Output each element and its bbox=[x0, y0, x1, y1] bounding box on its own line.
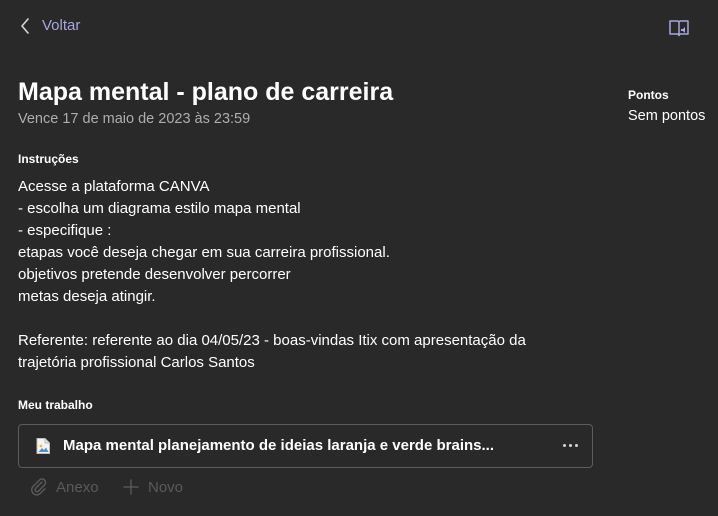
chevron-left-icon bbox=[21, 17, 29, 34]
new-button[interactable]: Novo bbox=[122, 478, 183, 496]
instruction-line: - escolha um diagrama estilo mapa mental bbox=[18, 200, 301, 217]
referente-line: trajetória profissional Carlos Santos bbox=[18, 354, 255, 371]
plus-icon bbox=[123, 479, 139, 495]
instructions-body: Acesse a plataforma CANVA - escolha um d… bbox=[18, 176, 598, 374]
instruction-line: etapas você deseja chegar em sua carreir… bbox=[18, 244, 390, 261]
image-file-icon bbox=[36, 438, 50, 454]
instruction-line: Acesse a plataforma CANVA bbox=[18, 178, 210, 195]
more-dot bbox=[574, 443, 578, 447]
more-options-button[interactable] bbox=[561, 435, 579, 455]
new-label: Novo bbox=[148, 478, 184, 496]
instruction-line: metas deseja atingir. bbox=[18, 288, 156, 305]
referente-line: Referente: referente ao dia 04/05/23 - b… bbox=[18, 332, 526, 349]
points-label: Pontos bbox=[628, 88, 669, 102]
due-date: Vence 17 de maio de 2023 às 23:59 bbox=[18, 111, 251, 127]
paperclip-icon bbox=[31, 478, 47, 496]
assignment-page: Voltar Mapa mental - plano de carreira V… bbox=[0, 0, 718, 516]
back-button[interactable]: Voltar bbox=[20, 17, 80, 34]
instruction-line: - especifique : bbox=[18, 222, 112, 239]
attached-file-name: Mapa mental planejamento de ideias laran… bbox=[63, 437, 494, 454]
attach-label: Anexo bbox=[56, 478, 99, 496]
back-label: Voltar bbox=[42, 17, 81, 34]
instructions-label: Instruções bbox=[18, 152, 79, 166]
more-dot bbox=[562, 443, 566, 447]
attached-file-card[interactable]: Mapa mental planejamento de ideias laran… bbox=[18, 424, 593, 468]
instruction-line: objetivos pretende desenvolver percorrer bbox=[18, 266, 291, 283]
more-dot bbox=[568, 443, 572, 447]
immersive-reader-icon[interactable] bbox=[668, 17, 690, 39]
my-work-label: Meu trabalho bbox=[18, 398, 93, 412]
attach-button[interactable]: Anexo bbox=[30, 478, 99, 496]
assignment-title: Mapa mental - plano de carreira bbox=[18, 78, 394, 106]
points-value: Sem pontos bbox=[628, 108, 706, 124]
